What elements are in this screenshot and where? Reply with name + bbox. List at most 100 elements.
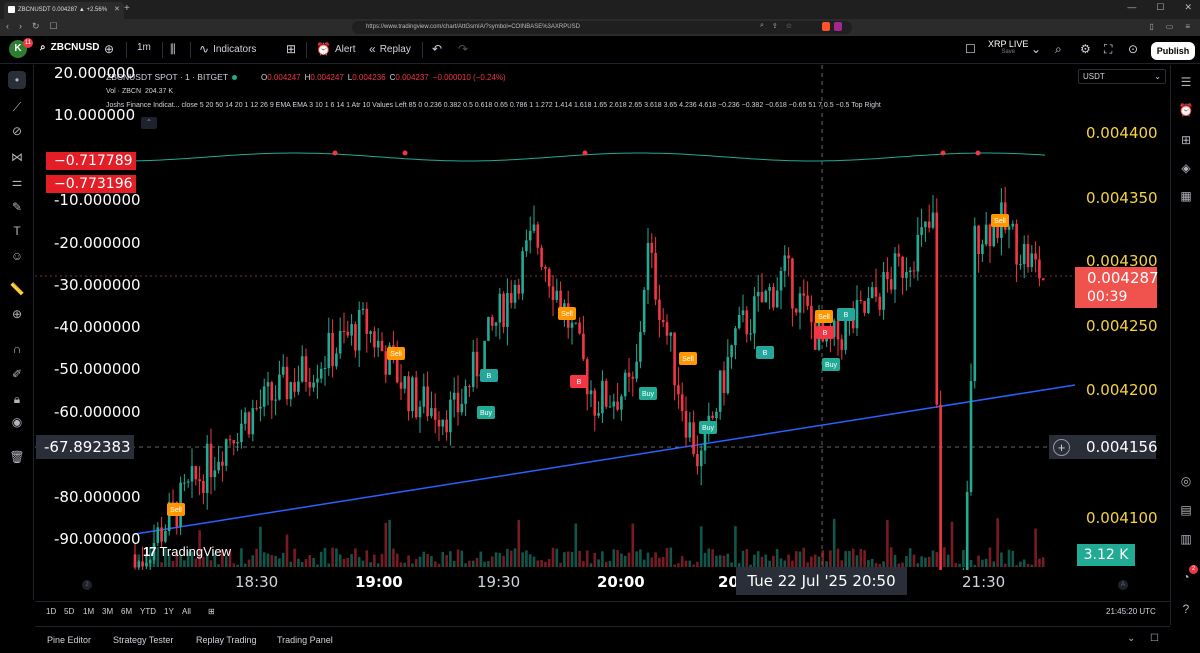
lock-icon[interactable]: 🔒︎	[8, 390, 26, 408]
tab-pine-editor[interactable]: Pine Editor	[47, 635, 91, 645]
text-icon[interactable]: T	[8, 222, 26, 240]
layout-name[interactable]: XRP LIVE Save	[988, 40, 1028, 56]
menu-icon[interactable]: ≡	[1185, 22, 1190, 31]
pattern-icon[interactable]: ⋈	[8, 148, 26, 166]
tradingview-watermark[interactable]: 17 TradingView	[143, 544, 231, 559]
alerts-clock-icon[interactable]: ⏰	[1177, 101, 1195, 119]
utc-clock[interactable]: 21:45:20 UTC	[1106, 607, 1156, 616]
volume-bar	[920, 556, 923, 567]
fullscreen-button[interactable]: ⛶	[1104, 42, 1112, 57]
candle-body	[251, 408, 255, 435]
magnet-icon[interactable]: ∩	[8, 340, 26, 358]
trend-line-icon[interactable]: ⟋	[8, 98, 26, 116]
volume-bar	[316, 564, 319, 567]
close-tab-icon[interactable]: ✕	[114, 5, 120, 13]
replay-button[interactable]: « Replay	[369, 42, 411, 56]
brush-icon[interactable]: ✎	[8, 198, 26, 216]
range-3m[interactable]: 3M	[102, 607, 113, 616]
cursor-icon[interactable]: •	[8, 71, 26, 89]
tab-trading-panel[interactable]: Trading Panel	[277, 635, 333, 645]
object-tree-icon[interactable]: ⊞	[1177, 131, 1195, 149]
publish-button[interactable]: Publish	[1151, 42, 1195, 60]
prediction-icon[interactable]: ⚌	[8, 173, 26, 191]
add-alert-plus-icon[interactable]: +	[1053, 439, 1070, 456]
redo-button[interactable]: ↷	[458, 42, 468, 56]
brave-rewards-icon[interactable]	[834, 22, 842, 31]
interval-button[interactable]: 1m	[137, 42, 151, 53]
back-icon[interactable]: ‹	[6, 21, 9, 32]
watchlist-icon[interactable]: ☰	[1177, 73, 1195, 91]
range-6m[interactable]: 6M	[121, 607, 132, 616]
volume-legend-row[interactable]: Vol · ZBCN 204.37 K	[106, 84, 881, 98]
tradingview-favicon-icon	[8, 6, 15, 13]
eye-icon[interactable]: ◉	[8, 413, 26, 431]
log-scale-toggle[interactable]: 2	[82, 580, 92, 590]
candle-body	[924, 221, 927, 228]
brave-shield-icon[interactable]	[822, 22, 830, 31]
trash-icon[interactable]: 🗑︎	[8, 448, 26, 466]
currency-select[interactable]: USDT ⌄	[1078, 69, 1166, 84]
symbol-search[interactable]: ⌕ ZBCNUSD	[40, 42, 100, 53]
maximize-panel-icon[interactable]: ☐	[1150, 633, 1159, 644]
bookmark-icon[interactable]: ☐	[50, 21, 58, 32]
range-ytd[interactable]: YTD	[140, 607, 156, 616]
close-window-icon[interactable]: ✕	[1184, 2, 1192, 13]
candle-body	[536, 224, 540, 248]
maximize-icon[interactable]: ☐	[1156, 2, 1164, 13]
range-1y[interactable]: 1Y	[164, 607, 174, 616]
range-all[interactable]: All	[182, 607, 191, 616]
snapshot-button[interactable]: ⊙	[1128, 42, 1138, 56]
zoom-icon[interactable]: ⌕	[760, 22, 764, 30]
quick-search-button[interactable]: ⌕	[1055, 42, 1062, 57]
star-icon[interactable]: ☆	[786, 22, 792, 30]
layers-icon[interactable]: ◈	[1177, 159, 1195, 177]
volume-bar	[262, 552, 266, 567]
alert-button[interactable]: ⏰ Alert	[316, 42, 356, 56]
news-icon[interactable]: ▥	[1177, 530, 1195, 548]
forward-icon[interactable]: ›	[19, 21, 22, 32]
candle-body	[373, 331, 376, 348]
calendar-icon[interactable]: ▤	[1177, 501, 1195, 519]
templates-button[interactable]: ⊞	[286, 42, 296, 56]
chart-pane[interactable]: Sell Sell Sell Sell Sell Sell Buy Buy Buy Buy B B B B…	[35, 65, 1075, 570]
new-tab-icon[interactable]: +	[124, 3, 130, 14]
chart-type-button[interactable]: ⫼	[170, 42, 176, 57]
share-icon[interactable]: ⇪	[772, 22, 778, 30]
tab-strategy-tester[interactable]: Strategy Tester	[113, 635, 173, 645]
auto-scale-toggle[interactable]: A	[1118, 580, 1128, 590]
collapse-panel-icon[interactable]: ⌄	[1127, 633, 1135, 644]
range-1d[interactable]: 1D	[46, 607, 56, 616]
price-chart[interactable]: Sell Sell Sell Sell Sell Sell Buy Buy Buy Buy B B B B…	[35, 65, 1075, 570]
volume-bar	[703, 552, 707, 567]
emoji-icon[interactable]: ☺	[8, 247, 26, 265]
range-1m[interactable]: 1M	[83, 607, 94, 616]
reload-icon[interactable]: ↻	[32, 21, 40, 32]
range-5d[interactable]: 5D	[64, 607, 74, 616]
indicator-legend-row[interactable]: Joshs Finance Indicat... close 5 20 50 1…	[106, 98, 881, 112]
compare-button[interactable]: ⊕	[104, 42, 114, 56]
collapse-legend-button[interactable]: ⌃	[141, 117, 157, 129]
layout-button[interactable]: ☐	[965, 42, 976, 56]
candle-body	[338, 331, 342, 354]
ruler-icon[interactable]: 📏	[8, 280, 26, 298]
go-to-date-icon[interactable]: ⊞	[208, 607, 215, 616]
indicators-button[interactable]: ∿ Indicators	[199, 42, 256, 56]
volume-bar	[422, 551, 426, 567]
time-axis[interactable]	[35, 570, 1075, 598]
ideas-icon[interactable]: ◎	[1177, 472, 1195, 490]
sidebar-toggle-icon[interactable]: ▯	[1149, 22, 1153, 31]
wallet-icon[interactable]: ▭	[1166, 22, 1174, 31]
stay-drawing-icon[interactable]: ✐	[8, 365, 26, 383]
layout-menu-button[interactable]: ⌄	[1031, 42, 1041, 56]
left-scale-label: 10.000000	[54, 106, 136, 124]
tab-replay-trading[interactable]: Replay Trading	[196, 635, 257, 645]
minimize-icon[interactable]: —	[1127, 2, 1136, 13]
hotlist-icon[interactable]: ▦	[1177, 187, 1195, 205]
fib-icon[interactable]: ⊘	[8, 122, 26, 140]
volume-bar	[802, 547, 806, 567]
undo-button[interactable]: ↶	[432, 42, 442, 56]
help-icon[interactable]: ?	[1177, 600, 1195, 618]
zoom-in-icon[interactable]: ⊕	[8, 305, 26, 323]
settings-button[interactable]: ⚙	[1080, 42, 1091, 56]
browser-tab[interactable]: ZBCNUSDT 0.004287 ▲ +2.56% ✕	[4, 2, 124, 19]
